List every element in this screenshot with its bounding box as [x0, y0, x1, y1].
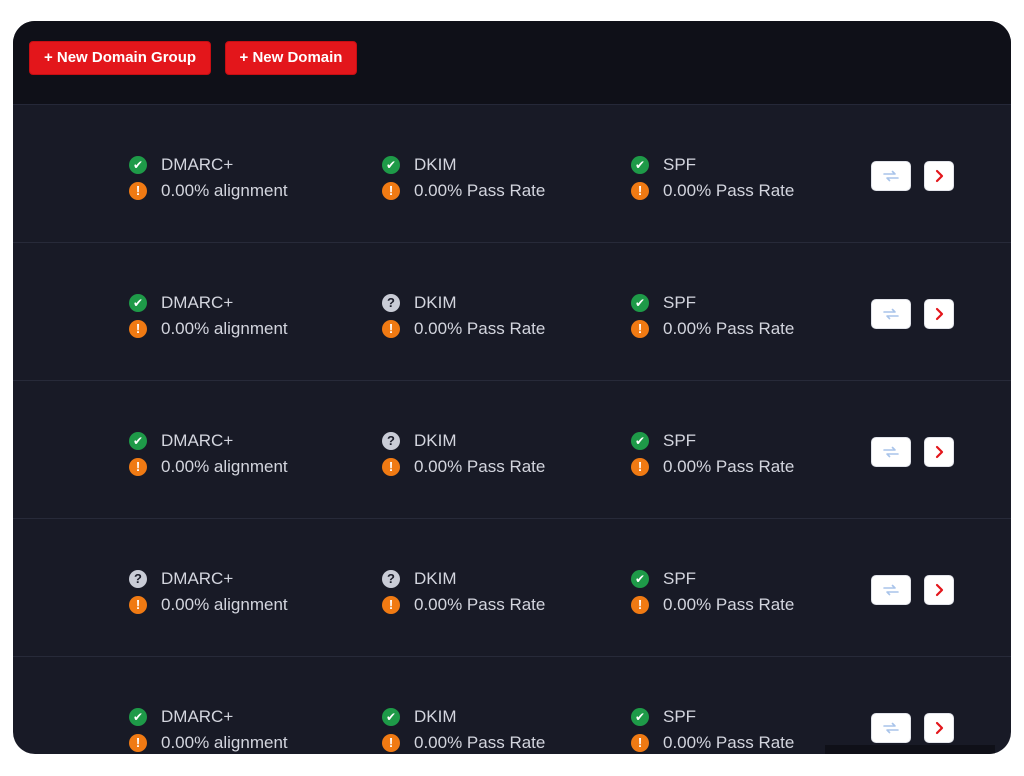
chevron-right-icon: [935, 721, 944, 735]
footer-strip: [825, 745, 995, 754]
dmarc-label: DMARC+: [161, 431, 234, 450]
dkim-label: DKIM: [414, 431, 457, 450]
dmarc-detail: 0.00% alignment: [161, 595, 288, 614]
sync-icon: [883, 170, 899, 182]
sync-button[interactable]: [871, 575, 911, 605]
spf-detail: 0.00% Pass Rate: [663, 595, 795, 614]
dkim-detail: 0.00% Pass Rate: [414, 319, 546, 338]
dkim-label: DKIM: [414, 569, 457, 588]
sync-button[interactable]: [871, 299, 911, 329]
exclamation-circle-icon: !: [631, 734, 649, 752]
exclamation-circle-icon: !: [129, 320, 147, 338]
dmarc-label: DMARC+: [161, 569, 234, 588]
open-domain-button[interactable]: [924, 161, 954, 191]
sync-icon: [883, 584, 899, 596]
check-circle-icon: ✔: [382, 708, 400, 726]
dmarc-detail: 0.00% alignment: [161, 181, 288, 200]
exclamation-circle-icon: !: [382, 596, 400, 614]
check-circle-icon: ✔: [129, 294, 147, 312]
dkim-detail: 0.00% Pass Rate: [414, 595, 546, 614]
dkim-detail: 0.00% Pass Rate: [414, 181, 546, 200]
dmarc-label: DMARC+: [161, 155, 234, 174]
chevron-right-icon: [935, 169, 944, 183]
domain-row: ✔ DMARC+! 0.00% alignment ✔ DKIM! 0.00% Pass …: [13, 105, 1011, 243]
sync-button[interactable]: [871, 437, 911, 467]
dmarc-detail: 0.00% alignment: [161, 457, 288, 476]
question-circle-icon: ?: [129, 570, 147, 588]
spf-label: SPF: [663, 431, 697, 450]
chevron-right-icon: [935, 445, 944, 459]
exclamation-circle-icon: !: [631, 320, 649, 338]
new-domain-button[interactable]: + New Domain: [225, 41, 357, 75]
dkim-detail: 0.00% Pass Rate: [414, 457, 546, 476]
check-circle-icon: ✔: [631, 432, 649, 450]
open-domain-button[interactable]: [924, 299, 954, 329]
spf-detail: 0.00% Pass Rate: [663, 181, 795, 200]
dkim-detail: 0.00% Pass Rate: [414, 733, 546, 752]
exclamation-circle-icon: !: [631, 458, 649, 476]
spf-detail: 0.00% Pass Rate: [663, 457, 795, 476]
spf-label: SPF: [663, 569, 697, 588]
exclamation-circle-icon: !: [129, 458, 147, 476]
check-circle-icon: ✔: [631, 156, 649, 174]
exclamation-circle-icon: !: [382, 734, 400, 752]
exclamation-circle-icon: !: [129, 596, 147, 614]
check-circle-icon: ✔: [631, 294, 649, 312]
question-circle-icon: ?: [382, 432, 400, 450]
dkim-label: DKIM: [414, 707, 457, 726]
domain-panel: + New Domain Group + New Domain ✔ DMARC+!…: [13, 21, 1011, 754]
check-circle-icon: ✔: [129, 156, 147, 174]
check-circle-icon: ✔: [129, 432, 147, 450]
open-domain-button[interactable]: [924, 437, 954, 467]
dmarc-label: DMARC+: [161, 293, 234, 312]
spf-label: SPF: [663, 155, 697, 174]
toolbar: + New Domain Group + New Domain: [13, 21, 1011, 105]
exclamation-circle-icon: !: [631, 596, 649, 614]
domain-row: ✔ DMARC+! 0.00% alignment? DKIM! 0.00% Pass …: [13, 243, 1011, 381]
exclamation-circle-icon: !: [382, 182, 400, 200]
question-circle-icon: ?: [382, 294, 400, 312]
exclamation-circle-icon: !: [631, 182, 649, 200]
check-circle-icon: ✔: [129, 708, 147, 726]
sync-icon: [883, 308, 899, 320]
spf-label: SPF: [663, 293, 697, 312]
dmarc-detail: 0.00% alignment: [161, 733, 288, 752]
check-circle-icon: ✔: [382, 156, 400, 174]
chevron-right-icon: [935, 307, 944, 321]
open-domain-button[interactable]: [924, 713, 954, 743]
chevron-right-icon: [935, 583, 944, 597]
sync-button[interactable]: [871, 161, 911, 191]
domain-row: ✔ DMARC+! 0.00% alignment? DKIM! 0.00% Pass …: [13, 381, 1011, 519]
spf-label: SPF: [663, 707, 697, 726]
new-domain-group-button[interactable]: + New Domain Group: [29, 41, 211, 75]
check-circle-icon: ✔: [631, 570, 649, 588]
sync-button[interactable]: [871, 713, 911, 743]
sync-icon: [883, 722, 899, 734]
dkim-label: DKIM: [414, 155, 457, 174]
exclamation-circle-icon: !: [382, 458, 400, 476]
question-circle-icon: ?: [382, 570, 400, 588]
dmarc-detail: 0.00% alignment: [161, 319, 288, 338]
exclamation-circle-icon: !: [129, 734, 147, 752]
exclamation-circle-icon: !: [382, 320, 400, 338]
domain-row: ? DMARC+! 0.00% alignment? DKIM! 0.00% Pass …: [13, 519, 1011, 657]
dmarc-label: DMARC+: [161, 707, 234, 726]
domain-row: ✔ DMARC+! 0.00% alignment ✔ DKIM! 0.00% Pass …: [13, 657, 1011, 754]
sync-icon: [883, 446, 899, 458]
dkim-label: DKIM: [414, 293, 457, 312]
exclamation-circle-icon: !: [129, 182, 147, 200]
check-circle-icon: ✔: [631, 708, 649, 726]
spf-detail: 0.00% Pass Rate: [663, 319, 795, 338]
spf-detail: 0.00% Pass Rate: [663, 733, 795, 752]
open-domain-button[interactable]: [924, 575, 954, 605]
